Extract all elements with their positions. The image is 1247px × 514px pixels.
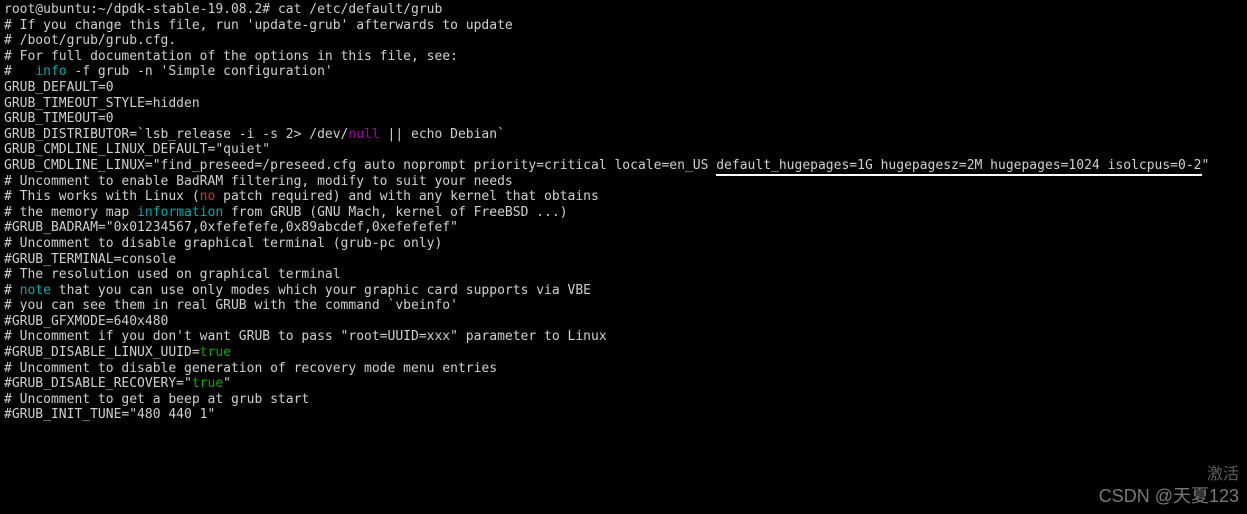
file-line: # info -f grub -n 'Simple configuration' <box>4 64 1243 80</box>
file-line: GRUB_DISTRIBUTOR=`lsb_release -i -s 2> /… <box>4 127 1243 143</box>
file-line: #GRUB_DISABLE_LINUX_UUID=true <box>4 345 1243 361</box>
file-line: #GRUB_TERMINAL=console <box>4 252 1243 268</box>
file-line: # you can see them in real GRUB with the… <box>4 298 1243 314</box>
file-line: # Uncomment to disable graphical termina… <box>4 236 1243 252</box>
file-line: # For full documentation of the options … <box>4 49 1243 65</box>
file-line: # /boot/grub/grub.cfg. <box>4 33 1243 49</box>
file-line: #GRUB_INIT_TUNE="480 440 1" <box>4 407 1243 423</box>
file-line: # This works with Linux (no patch requir… <box>4 189 1243 205</box>
file-line: # The resolution used on graphical termi… <box>4 267 1243 283</box>
highlight-true: true <box>192 376 223 391</box>
file-line: # Uncomment if you don't want GRUB to pa… <box>4 329 1243 345</box>
file-line: GRUB_CMDLINE_LINUX="find_preseed=/presee… <box>4 158 1243 174</box>
file-line: # Uncomment to disable generation of rec… <box>4 361 1243 377</box>
file-line: #GRUB_GFXMODE=640x480 <box>4 314 1243 330</box>
terminal-output[interactable]: root@ubuntu:~/dpdk-stable-19.08.2# cat /… <box>4 2 1243 423</box>
file-line: # Uncomment to get a beep at grub start <box>4 392 1243 408</box>
file-line: #GRUB_BADRAM="0x01234567,0xfefefefe,0x89… <box>4 220 1243 236</box>
highlight-null: null <box>348 127 379 142</box>
highlight-true: true <box>200 345 231 360</box>
file-line: #GRUB_DISABLE_RECOVERY="true" <box>4 376 1243 392</box>
file-line: # If you change this file, run 'update-g… <box>4 18 1243 34</box>
file-line: GRUB_CMDLINE_LINUX_DEFAULT="quiet" <box>4 142 1243 158</box>
file-line: GRUB_TIMEOUT=0 <box>4 111 1243 127</box>
highlight-information: information <box>137 205 223 220</box>
file-line: GRUB_DEFAULT=0 <box>4 80 1243 96</box>
highlight-no: no <box>200 189 216 204</box>
file-line: # note that you can use only modes which… <box>4 283 1243 299</box>
highlight-note: note <box>20 283 51 298</box>
file-line: GRUB_TIMEOUT_STYLE=hidden <box>4 96 1243 112</box>
highlight-info: info <box>35 64 66 79</box>
file-line: # the memory map information from GRUB (… <box>4 205 1243 221</box>
highlighted-kernel-params: default_hugepages=1G hugepagesz=2M hugep… <box>716 158 1201 176</box>
watermark-csdn: CSDN @天夏123 <box>1099 486 1239 508</box>
prompt-line: root@ubuntu:~/dpdk-stable-19.08.2# cat /… <box>4 2 1243 18</box>
watermark-activate: 激活 <box>1207 465 1239 484</box>
